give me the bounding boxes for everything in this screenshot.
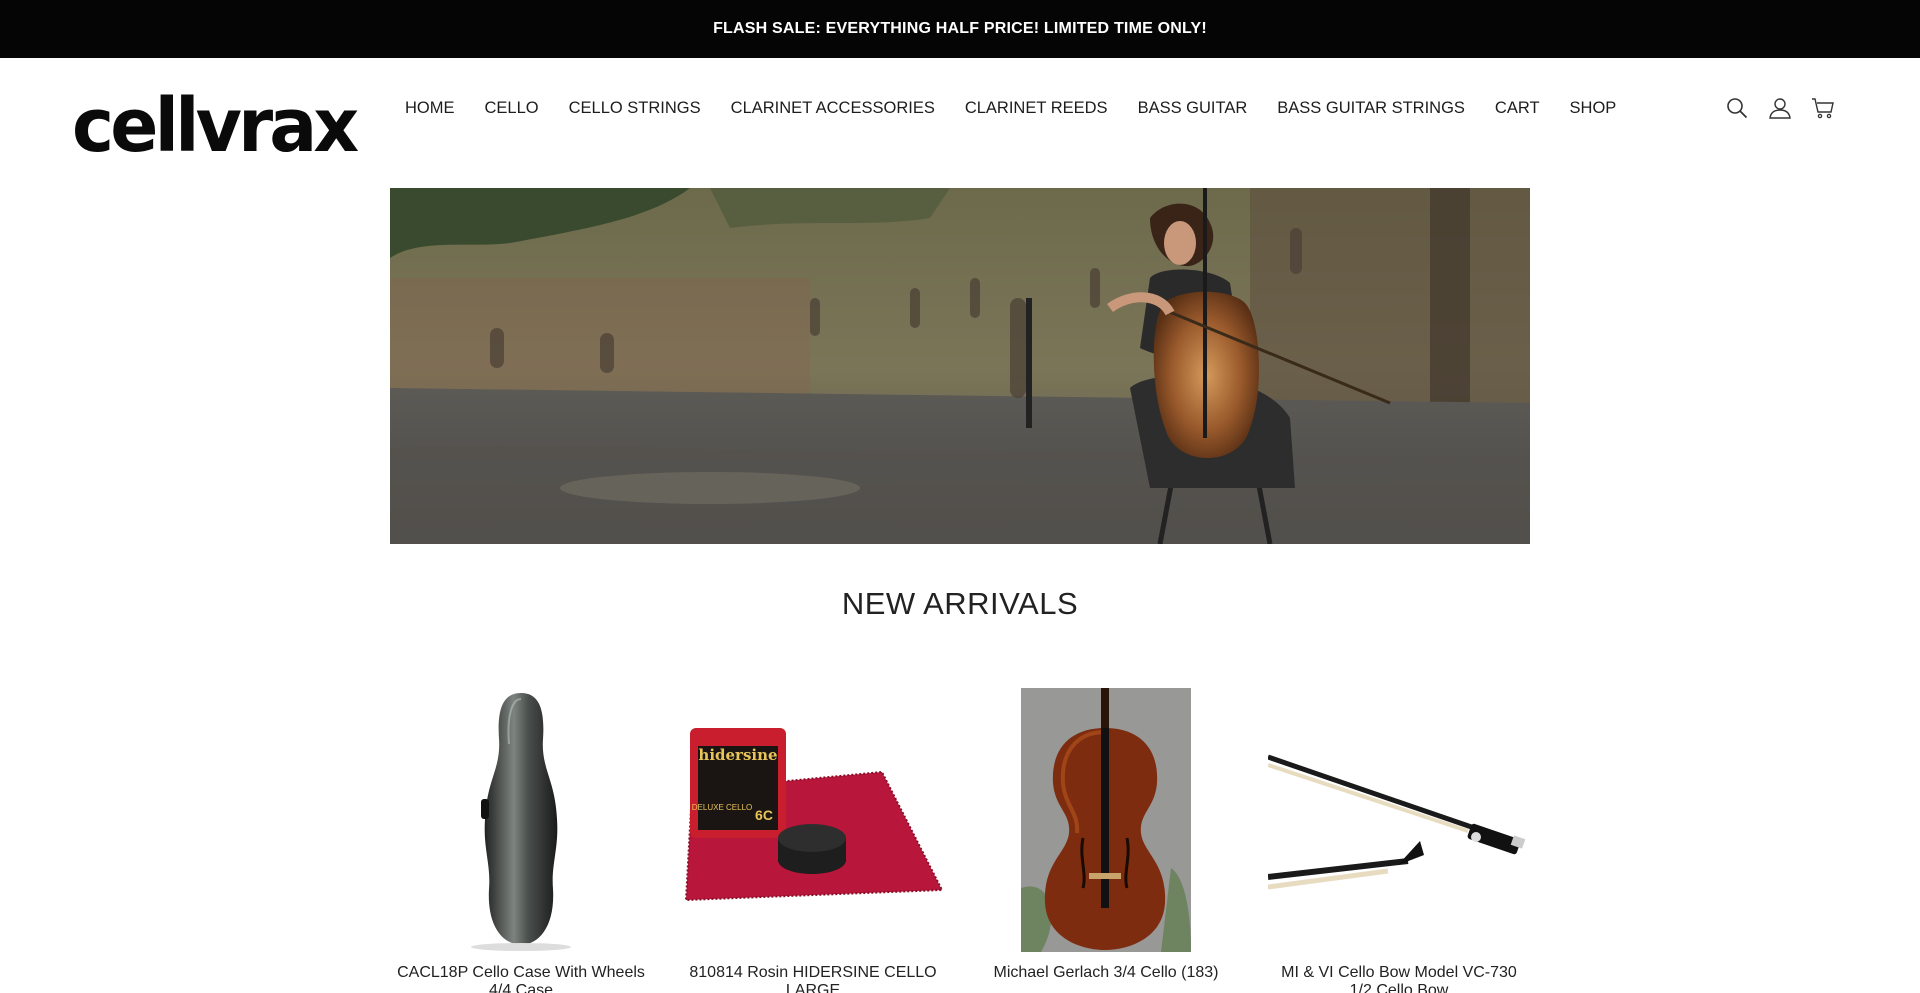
hero-image: [390, 188, 1530, 544]
product-card[interactable]: Michael Gerlach 3/4 Cello (183): [975, 688, 1237, 982]
nav-cart[interactable]: CART: [1495, 99, 1540, 118]
nav-bass-guitar[interactable]: BASS GUITAR: [1138, 99, 1248, 118]
nav-clarinet-accessories[interactable]: CLARINET ACCESSORIES: [731, 99, 935, 118]
store-logo[interactable]: cellvrax: [72, 86, 359, 166]
rosin-model-label: DELUXE CELLO: [692, 803, 752, 812]
product-image[interactable]: hidersine DELUXE CELLO 6C: [682, 688, 944, 952]
nav-shop[interactable]: SHOP: [1570, 99, 1617, 118]
nav-cello[interactable]: CELLO: [485, 99, 539, 118]
nav-cello-strings[interactable]: CELLO STRINGS: [569, 99, 701, 118]
main-nav: HOME CELLO CELLO STRINGS CLARINET ACCESS…: [405, 96, 1616, 120]
announcement-text: FLASH SALE: EVERYTHING HALF PRICE! LIMIT…: [713, 20, 1207, 37]
rosin-code-label: 6C: [755, 807, 773, 823]
product-image[interactable]: [1268, 688, 1530, 952]
product-name[interactable]: Michael Gerlach 3/4 Cello (183): [975, 964, 1237, 982]
hero-banner[interactable]: [390, 188, 1530, 544]
cart-icon[interactable]: [1810, 96, 1836, 120]
product-name[interactable]: CACL18P Cello Case With Wheels 4/4 Case: [390, 964, 652, 993]
section-title: NEW ARRIVALS: [841, 586, 1079, 621]
product-card[interactable]: CACL18P Cello Case With Wheels 4/4 Case: [390, 688, 652, 993]
nav-clarinet-reeds[interactable]: CLARINET REEDS: [965, 99, 1108, 118]
rosin-brand-label: hidersine: [698, 746, 777, 764]
header-icons: [1724, 96, 1836, 120]
product-name[interactable]: 810814 Rosin HIDERSINE CELLO LARGE: [682, 964, 944, 993]
search-icon[interactable]: [1724, 96, 1750, 120]
announcement-bar: FLASH SALE: EVERYTHING HALF PRICE! LIMIT…: [0, 0, 1920, 58]
product-name[interactable]: MI & VI Cello Bow Model VC-730 1/2 Cello…: [1268, 964, 1530, 993]
product-image[interactable]: [390, 688, 652, 952]
nav-bass-guitar-strings[interactable]: BASS GUITAR STRINGS: [1277, 99, 1465, 118]
product-card[interactable]: MI & VI Cello Bow Model VC-730 1/2 Cello…: [1268, 688, 1530, 993]
account-icon[interactable]: [1767, 96, 1793, 120]
product-image[interactable]: [975, 688, 1237, 952]
product-card[interactable]: hidersine DELUXE CELLO 6C 810814 Rosin H…: [682, 688, 944, 993]
nav-home[interactable]: HOME: [405, 99, 455, 118]
